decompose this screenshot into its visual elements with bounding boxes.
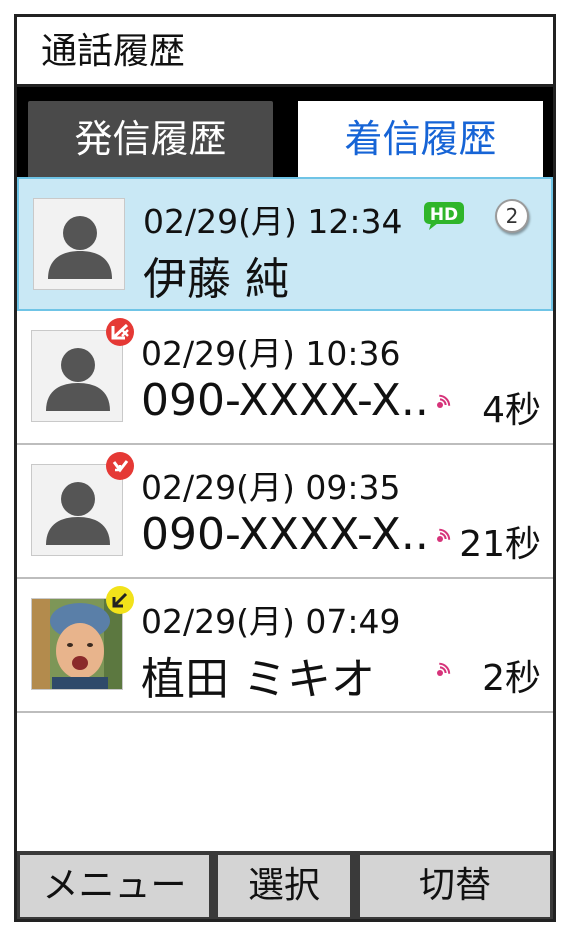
call-time: 02/29(月) 07:49	[141, 602, 401, 641]
call-time: 02/29(月) 09:35	[141, 468, 401, 507]
caller-number: 090-XXXX-X..	[141, 509, 429, 560]
tab-outgoing-history[interactable]: 発信履歴	[28, 101, 273, 177]
svg-text:HD: HD	[430, 205, 458, 225]
tab-incoming-history[interactable]: 着信履歴	[298, 101, 543, 177]
caller-name: 伊藤 純	[143, 254, 289, 305]
avatar	[33, 198, 125, 290]
missed-call-icon	[105, 317, 135, 347]
call-time: 02/29(月) 10:36	[141, 334, 401, 373]
call-row[interactable]: 02/29(月) 07:49 植田 ミキオ 2秒	[17, 579, 553, 713]
call-duration: 2秒	[482, 658, 541, 699]
ringing-icon	[432, 523, 456, 551]
ringing-icon	[432, 657, 456, 685]
call-duration: 4秒	[482, 390, 541, 431]
caller-number: 090-XXXX-X..	[141, 375, 429, 426]
missed-call-icon	[105, 451, 135, 481]
softkey-bar: メニュー 選択 切替	[17, 851, 553, 919]
tab-bar: 発信履歴 着信履歴	[17, 87, 553, 177]
call-row[interactable]: 02/29(月) 12:34 HD 2 伊藤 純	[17, 177, 553, 311]
call-time: 02/29(月) 12:34	[143, 202, 403, 241]
caller-name: 植田 ミキオ	[141, 654, 375, 705]
call-duration: 21秒	[459, 524, 541, 565]
call-row[interactable]: 02/29(月) 10:36 090-XXXX-X.. 4秒	[17, 311, 553, 445]
page-title: 通話履歴	[17, 17, 553, 87]
ringing-icon	[432, 389, 456, 417]
select-softkey[interactable]: 選択	[218, 855, 350, 917]
person-silhouette-icon	[48, 216, 112, 279]
switch-softkey[interactable]: 切替	[360, 855, 550, 917]
phone-screen: 通話履歴 発信履歴 着信履歴 02/29(月) 12:34 HD 2 伊藤 純 …	[14, 14, 556, 922]
menu-softkey[interactable]: メニュー	[20, 855, 209, 917]
call-row[interactable]: 02/29(月) 09:35 090-XXXX-X.. 21秒	[17, 445, 553, 579]
hd-voice-icon: HD	[423, 201, 465, 235]
call-history-list: 02/29(月) 12:34 HD 2 伊藤 純 02/29(月) 10:36 …	[17, 177, 553, 713]
incoming-call-icon	[105, 585, 135, 615]
call-count-badge: 2	[495, 199, 529, 233]
